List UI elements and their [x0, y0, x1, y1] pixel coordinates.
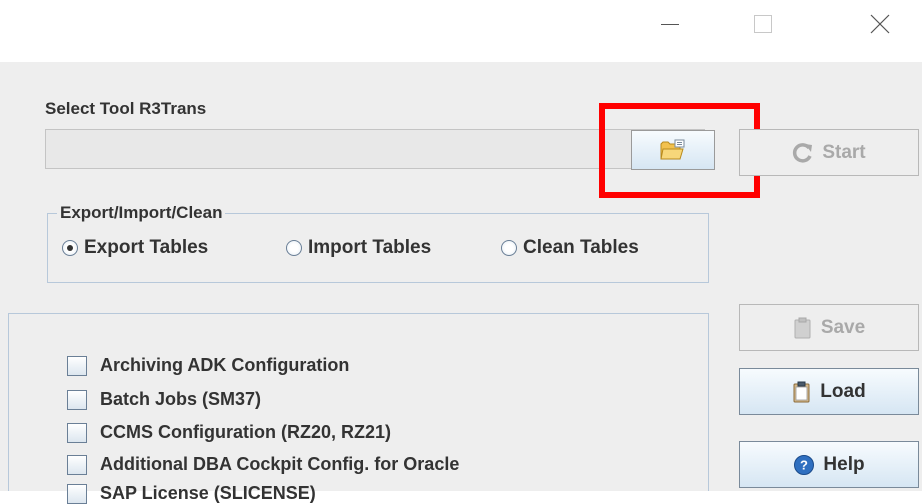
checkbox[interactable]	[67, 389, 87, 410]
minimize-icon	[661, 24, 679, 25]
help-button-label: Help	[823, 453, 865, 475]
checkbox[interactable]	[67, 483, 87, 504]
help-icon: ?	[794, 454, 815, 475]
save-button[interactable]: Save	[739, 304, 919, 351]
refresh-icon	[793, 142, 813, 163]
radio-label: Import Tables	[308, 237, 432, 258]
clipboard-icon	[793, 381, 810, 402]
radio-label: Clean Tables	[523, 237, 639, 258]
list-item[interactable]: Batch Jobs (SM37)	[67, 389, 261, 410]
start-button[interactable]: Start	[739, 129, 919, 176]
radio-import-tables[interactable]: Import Tables	[286, 237, 431, 259]
maximize-button[interactable]	[733, 0, 793, 48]
list-item-label: CCMS Configuration (RZ20, RZ21)	[100, 422, 391, 442]
list-item[interactable]: CCMS Configuration (RZ20, RZ21)	[67, 422, 391, 443]
radio-indicator[interactable]	[286, 240, 302, 256]
maximize-icon	[754, 15, 772, 33]
checkbox[interactable]	[67, 355, 87, 376]
minimize-button[interactable]	[640, 0, 700, 48]
clipboard-icon	[794, 317, 811, 338]
title-bar	[0, 0, 922, 62]
radio-indicator[interactable]	[62, 240, 78, 256]
start-button-label: Start	[822, 141, 866, 163]
select-tool-label: Select Tool R3Trans	[45, 99, 207, 118]
load-button-label: Load	[820, 380, 866, 402]
close-button[interactable]	[850, 0, 910, 48]
radio-indicator[interactable]	[501, 240, 517, 256]
checkbox[interactable]	[67, 422, 87, 443]
list-item[interactable]: Archiving ADK Configuration	[67, 355, 349, 376]
highlight-annotation	[599, 103, 760, 198]
close-icon	[870, 14, 890, 34]
list-item[interactable]: Additional DBA Cockpit Config. for Oracl…	[67, 454, 459, 475]
list-item[interactable]: SAP License (SLICENSE)	[67, 483, 316, 504]
checkbox[interactable]	[67, 454, 87, 475]
help-button[interactable]: ? Help	[739, 441, 919, 488]
list-item-label: SAP License (SLICENSE)	[100, 483, 316, 503]
radio-export-tables[interactable]: Export Tables	[62, 237, 208, 259]
list-item-label: Additional DBA Cockpit Config. for Oracl…	[100, 454, 460, 474]
svg-text:?: ?	[800, 457, 808, 472]
list-item-label: Batch Jobs (SM37)	[100, 389, 262, 409]
mode-group-title: Export/Import/Clean	[57, 203, 226, 223]
save-button-label: Save	[820, 316, 866, 338]
radio-clean-tables[interactable]: Clean Tables	[501, 237, 639, 259]
load-button[interactable]: Load	[739, 368, 919, 415]
radio-label: Export Tables	[84, 237, 209, 258]
list-item-label: Archiving ADK Configuration	[100, 355, 350, 375]
